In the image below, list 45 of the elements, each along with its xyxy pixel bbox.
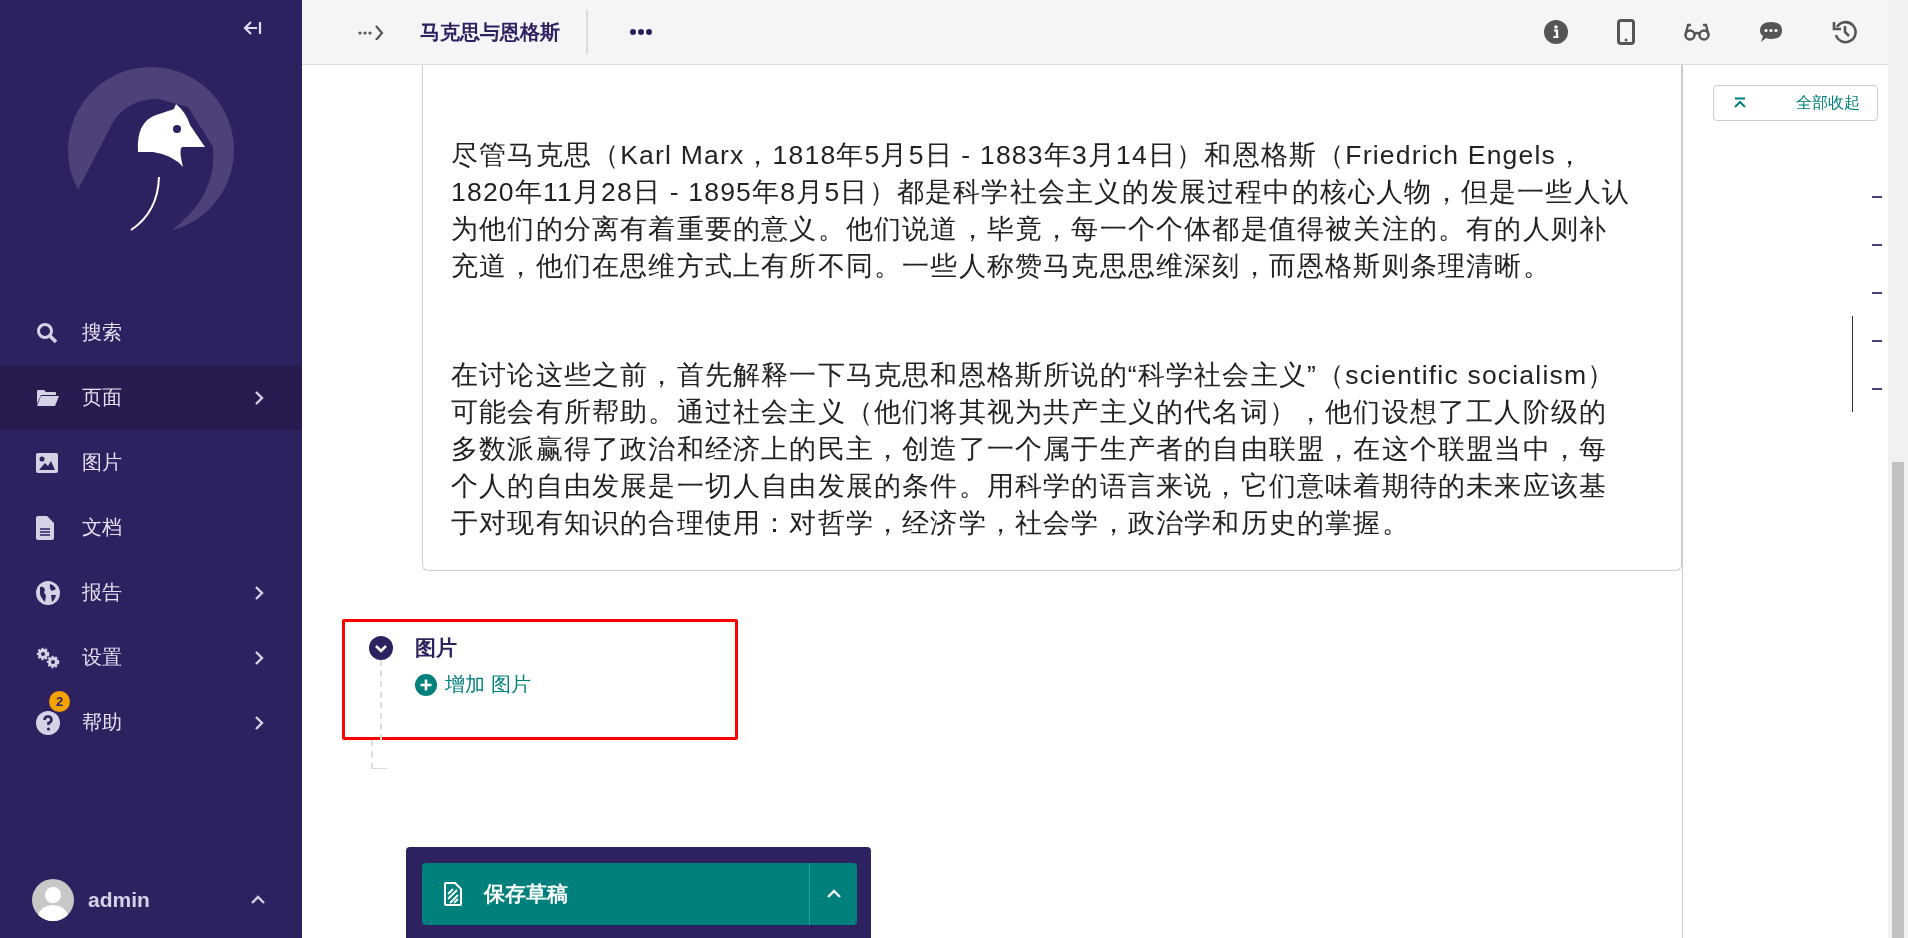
paragraph: 在讨论这些之前，首先解释一下马克思和恩格斯所说的“科学社会主义”（scientific socialism）可能会有所帮助。通过社会主义（他们将其视为共产主义的代名词），他们设想了工人阶级的多数派赢得了政治和经济上的民主，创造了一个属于生产者的自由联盟，在这个联盟当中，每个人的自由发展是一切人自由发展的条件。用科学的语言来说，它们意味着期待的未来应该基于对现有知识的合理使用：对哲学，经济学，社会学，政治学和历史的掌握。	[451, 359, 1617, 540]
search-icon	[36, 321, 58, 344]
outline-marker[interactable]	[1872, 388, 1882, 390]
paragraph: 尽管马克思（Karl Marx，1818年5月5日 - 1883年3月14日）和恩格斯（Friedrich Engels，1820年11月28日 - 1895年8月5日）都是科学社会主义的发展过程中的核心人物，但是一些人认为他们的分离有着重要的意义。他们说道，毕竟，每一个个体都是值得被关注的。有的人则补充道，他们在思维方式上有所不同。一些人称赞马克思思维深刻，而恩格斯则条理清晰。	[451, 139, 1631, 283]
user-menu[interactable]: admin	[0, 862, 302, 938]
caret-up-icon	[825, 889, 842, 899]
outline-marker[interactable]	[1872, 340, 1882, 342]
document-icon	[36, 515, 54, 540]
outline-marker[interactable]	[1872, 244, 1882, 246]
mobile-icon[interactable]	[1617, 19, 1635, 45]
notification-badge: 2	[49, 690, 70, 712]
image-icon	[36, 452, 58, 473]
tree-line	[371, 740, 387, 769]
avatar-icon	[32, 879, 74, 921]
comment-icon[interactable]	[1759, 21, 1783, 43]
double-caret-up-icon	[1733, 97, 1747, 109]
outline-marker[interactable]	[1872, 292, 1882, 294]
collapse-sidebar-icon[interactable]	[242, 20, 262, 36]
more-icon[interactable]	[630, 29, 652, 35]
gears-icon	[36, 646, 60, 669]
outline-marker[interactable]	[1872, 196, 1882, 198]
plus-icon	[415, 673, 437, 696]
document-icon	[444, 882, 462, 906]
section-title: 图片	[415, 635, 457, 661]
globe-icon	[36, 580, 60, 605]
glasses-icon[interactable]	[1684, 22, 1710, 42]
sidebar-item[interactable]: 设置	[0, 625, 302, 690]
info-icon[interactable]	[1544, 20, 1568, 44]
save-draft-button[interactable]: 保存草稿	[422, 863, 810, 925]
folder-icon	[36, 388, 60, 407]
sidebar-item[interactable]: 文档	[0, 495, 302, 560]
scrollbar-thumb[interactable]	[1892, 462, 1904, 938]
sidebar-item[interactable]: 报告	[0, 560, 302, 625]
page-title: 马克思与恩格斯	[420, 19, 560, 45]
sidebar-item[interactable]: 搜索	[0, 300, 302, 365]
help-icon	[36, 710, 60, 735]
sidebar-item[interactable]: 图片	[0, 430, 302, 495]
history-icon[interactable]	[1832, 19, 1858, 45]
sidebar-item[interactable]: 2 帮助	[0, 690, 302, 755]
scrollbar[interactable]	[1888, 0, 1908, 938]
add-image-link[interactable]: 增加 图片	[415, 671, 531, 698]
collapse-all-button[interactable]: 全部收起	[1713, 85, 1878, 121]
caret-up-icon	[250, 895, 266, 905]
sidebar-item[interactable]: 页面	[0, 365, 302, 430]
chevron-down-icon[interactable]	[369, 636, 393, 660]
